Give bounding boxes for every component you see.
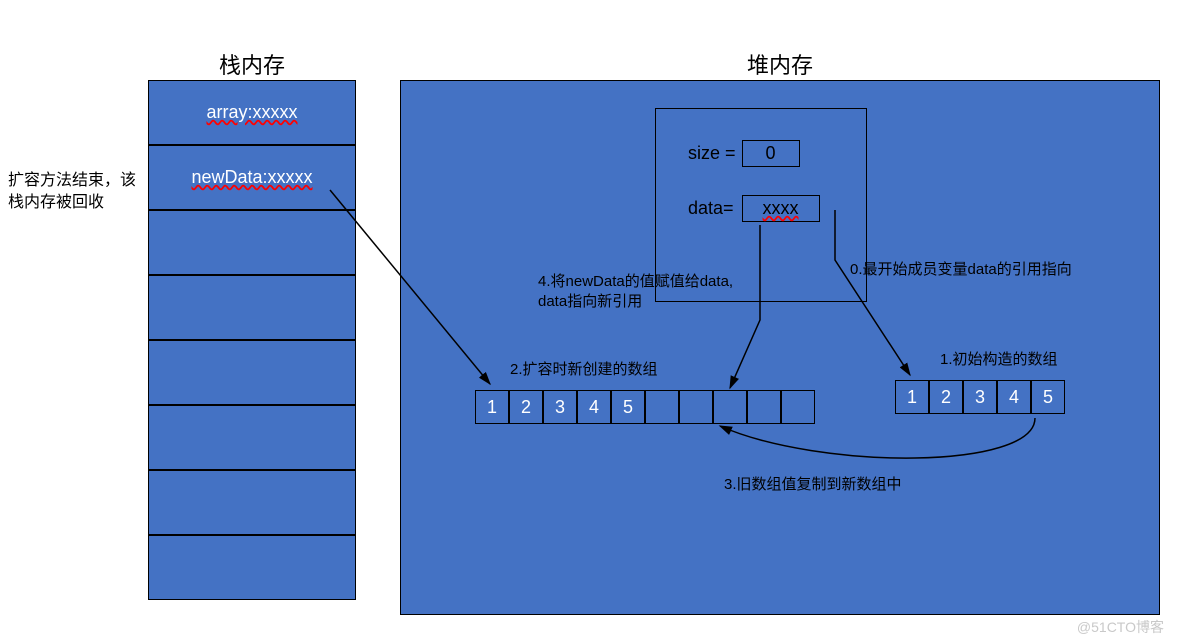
cell [747, 390, 781, 424]
label-2: 2.扩容时新创建的数组 [510, 360, 658, 380]
new-array: 1 2 3 4 5 [475, 390, 815, 424]
cell [645, 390, 679, 424]
cell: 2 [509, 390, 543, 424]
label-0: 0.最开始成员变量data的引用指向 [850, 260, 1130, 280]
stack-frame-array: array:xxxxx [148, 80, 356, 145]
object-data-value: xxxx [742, 195, 820, 222]
cell [679, 390, 713, 424]
object-size-value: 0 [742, 140, 800, 167]
label-4: 4.将newData的值赋值给data, data指向新引用 [538, 272, 758, 313]
cell: 3 [963, 380, 997, 414]
cell: 5 [1031, 380, 1065, 414]
old-array: 1 2 3 4 5 [895, 380, 1065, 414]
stack-frame-empty [148, 405, 356, 470]
stack-frame-empty [148, 275, 356, 340]
heap-title: 堆内存 [400, 48, 1160, 80]
cell [781, 390, 815, 424]
cell: 1 [475, 390, 509, 424]
stack-frame-array-label: array:xxxxx [206, 102, 297, 123]
cell: 2 [929, 380, 963, 414]
stack-frame-empty [148, 470, 356, 535]
cell: 4 [997, 380, 1031, 414]
label-3: 3.旧数组值复制到新数组中 [724, 475, 902, 495]
object-data-label: data= [688, 198, 734, 219]
stack-frame-empty [148, 210, 356, 275]
stack-frame-empty [148, 340, 356, 405]
object-data-row: data= xxxx [688, 195, 820, 222]
cell: 4 [577, 390, 611, 424]
label-4-line2: data指向新引用 [538, 293, 642, 310]
stack-title: 栈内存 [148, 48, 356, 80]
diagram-canvas: 栈内存 堆内存 扩容方法结束，该栈内存被回收 array:xxxxx newDa… [0, 0, 1184, 643]
object-size-label: size = [688, 143, 736, 164]
watermark: @51CTO博客 [1077, 617, 1164, 637]
cell: 3 [543, 390, 577, 424]
label-1: 1.初始构造的数组 [940, 350, 1058, 370]
stack-frame-empty [148, 535, 356, 600]
object-size-row: size = 0 [688, 140, 800, 167]
stack-frame-newdata-label: newData:xxxxx [191, 167, 312, 188]
stack-gc-note: 扩容方法结束，该栈内存被回收 [8, 170, 138, 213]
stack-frame-newdata: newData:xxxxx [148, 145, 356, 210]
cell: 5 [611, 390, 645, 424]
stack-memory: array:xxxxx newData:xxxxx [148, 80, 356, 600]
cell: 1 [895, 380, 929, 414]
cell [713, 390, 747, 424]
label-4-line1: 4.将newData的值赋值给data, [538, 273, 733, 290]
